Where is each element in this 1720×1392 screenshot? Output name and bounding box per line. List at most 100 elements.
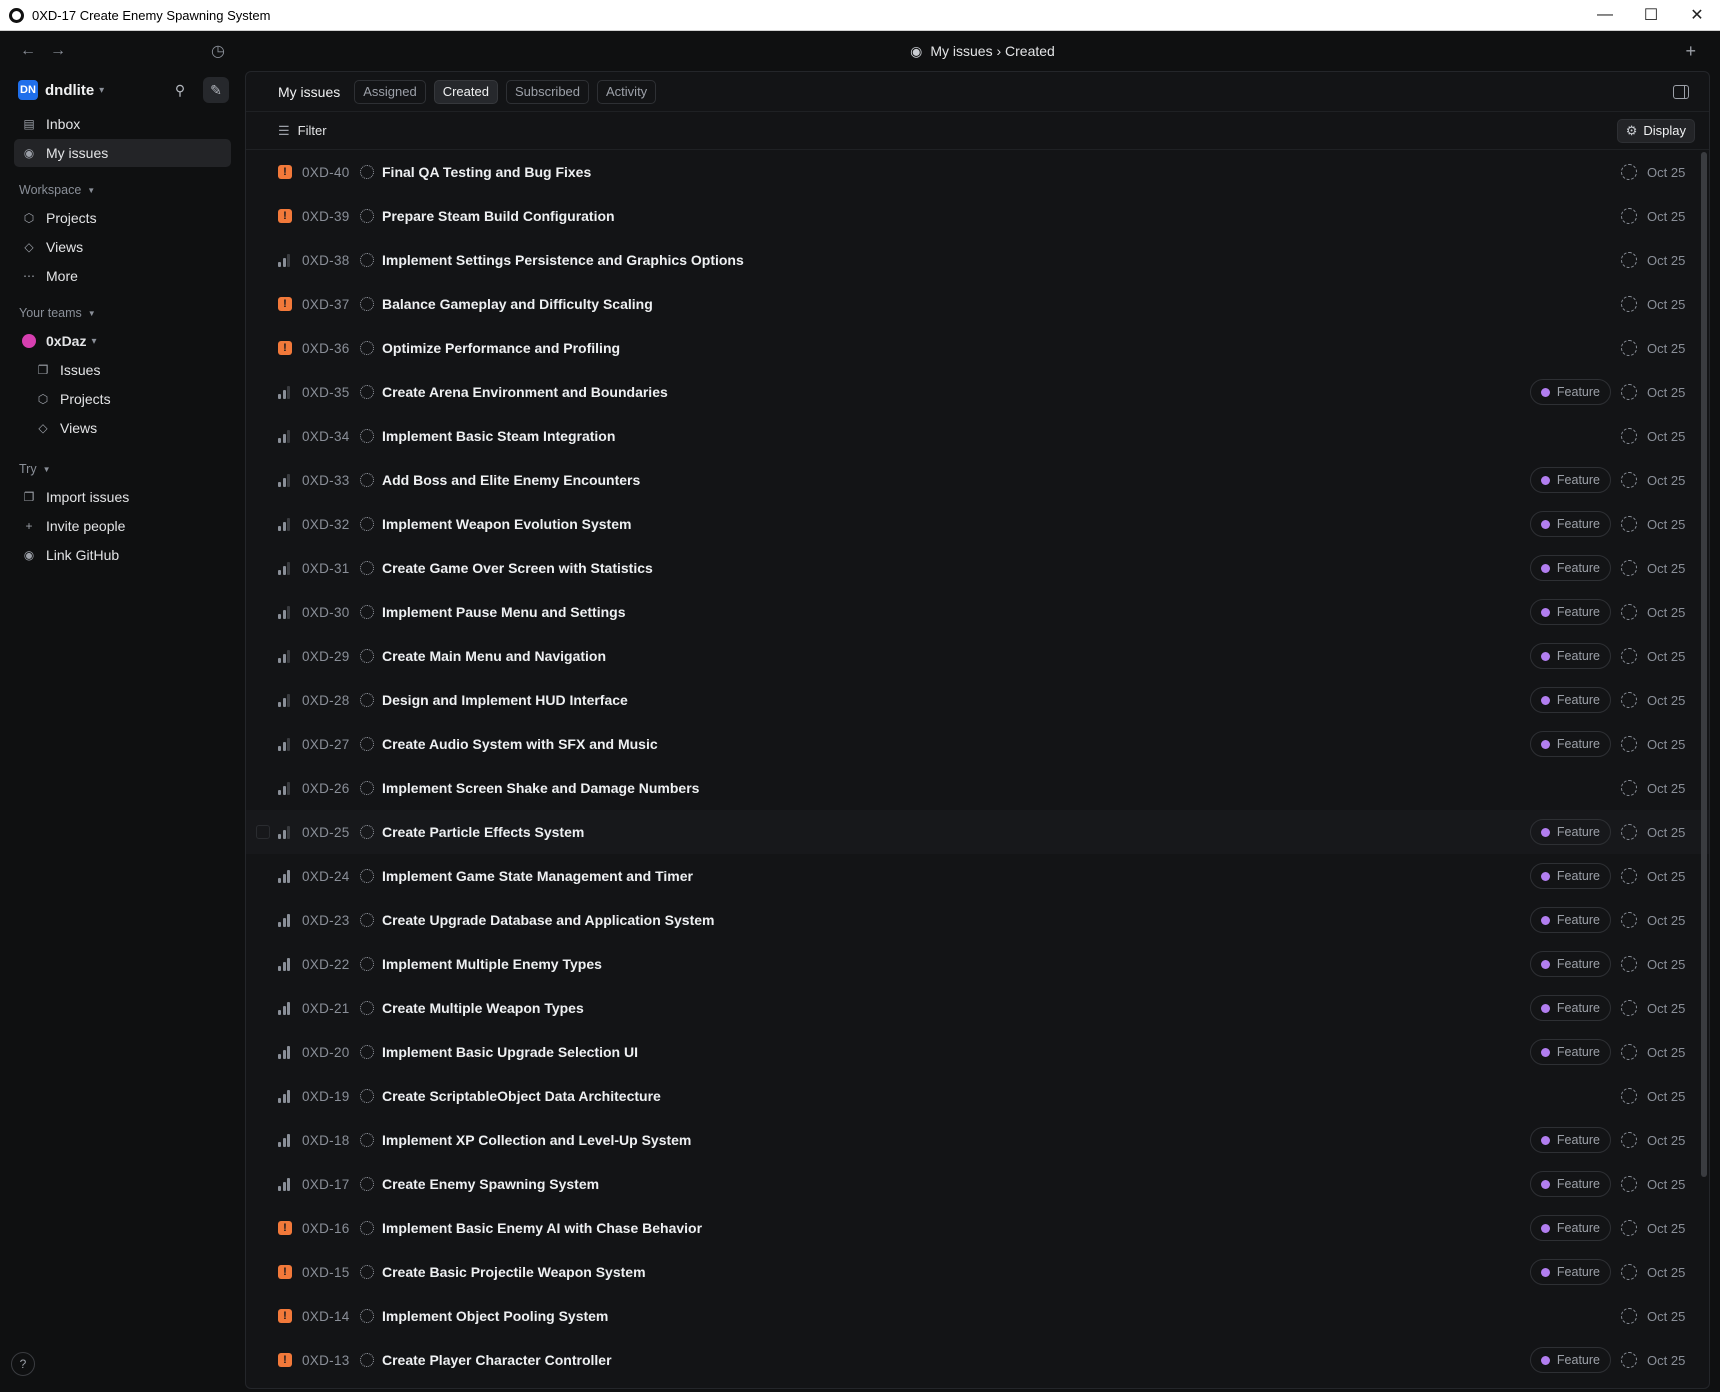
urgent-priority-icon[interactable]: ! <box>278 1265 292 1279</box>
medium-priority-icon[interactable] <box>278 517 292 531</box>
sidebar-item-team-projects[interactable]: ⬡ Projects <box>28 385 231 413</box>
status-backlog-icon[interactable] <box>360 913 374 927</box>
label-badge[interactable]: Feature <box>1529 467 1611 493</box>
unassigned-avatar-icon[interactable] <box>1621 252 1637 268</box>
issue-title[interactable]: Prepare Steam Build Configuration <box>382 208 615 224</box>
unassigned-avatar-icon[interactable] <box>1621 1000 1637 1016</box>
medium-priority-icon[interactable] <box>278 385 292 399</box>
unassigned-avatar-icon[interactable] <box>1621 208 1637 224</box>
table-row[interactable]: 0XD-24 Implement Game State Management an… <box>246 854 1709 898</box>
status-backlog-icon[interactable] <box>360 253 374 267</box>
unassigned-avatar-icon[interactable] <box>1621 560 1637 576</box>
issue-title[interactable]: Implement Game State Management and Time… <box>382 868 693 884</box>
unassigned-avatar-icon[interactable] <box>1621 340 1637 356</box>
unassigned-avatar-icon[interactable] <box>1621 1176 1637 1192</box>
table-row[interactable]: ! 0XD-15 Create Basic Projectile Weapon Sy… <box>246 1250 1709 1294</box>
status-backlog-icon[interactable] <box>360 517 374 531</box>
issue-title[interactable]: Design and Implement HUD Interface <box>382 692 628 708</box>
sidebar-item-views[interactable]: ◇ Views <box>14 233 231 261</box>
urgent-priority-icon[interactable]: ! <box>278 341 292 355</box>
high-priority-icon[interactable] <box>278 1001 292 1015</box>
unassigned-avatar-icon[interactable] <box>1621 164 1637 180</box>
high-priority-icon[interactable] <box>278 1089 292 1103</box>
high-priority-icon[interactable] <box>278 1133 292 1147</box>
sidebar-item-invite[interactable]: + Invite people <box>14 512 231 540</box>
high-priority-icon[interactable] <box>278 1177 292 1191</box>
issue-title[interactable]: Implement Weapon Evolution System <box>382 516 631 532</box>
issue-title[interactable]: Implement Basic Upgrade Selection UI <box>382 1044 638 1060</box>
status-backlog-icon[interactable] <box>360 1001 374 1015</box>
issue-title[interactable]: Create Audio System with SFX and Music <box>382 736 658 752</box>
table-row[interactable]: 0XD-34 Implement Basic Steam Integration O… <box>246 414 1709 458</box>
high-priority-icon[interactable] <box>278 957 292 971</box>
urgent-priority-icon[interactable]: ! <box>278 1309 292 1323</box>
high-priority-icon[interactable] <box>278 913 292 927</box>
unassigned-avatar-icon[interactable] <box>1621 384 1637 400</box>
table-row[interactable]: 0XD-31 Create Game Over Screen with Stati… <box>246 546 1709 590</box>
search-icon[interactable]: ⚲ <box>167 77 193 103</box>
unassigned-avatar-icon[interactable] <box>1621 1132 1637 1148</box>
issue-title[interactable]: Optimize Performance and Profiling <box>382 340 620 356</box>
status-backlog-icon[interactable] <box>360 385 374 399</box>
issue-title[interactable]: Implement Settings Persistence and Graph… <box>382 252 744 268</box>
medium-priority-icon[interactable] <box>278 561 292 575</box>
label-badge[interactable]: Feature <box>1529 379 1611 405</box>
display-button[interactable]: ⚙ Display <box>1616 118 1695 143</box>
urgent-priority-icon[interactable]: ! <box>278 165 292 179</box>
table-row[interactable]: ! 0XD-36 Optimize Performance and Profilin… <box>246 326 1709 370</box>
issue-title[interactable]: Implement Basic Enemy AI with Chase Beha… <box>382 1220 702 1236</box>
urgent-priority-icon[interactable]: ! <box>278 209 292 223</box>
table-row[interactable]: 0XD-22 Implement Multiple Enemy Types Feat… <box>246 942 1709 986</box>
unassigned-avatar-icon[interactable] <box>1621 736 1637 752</box>
compose-icon[interactable]: ✎ <box>203 77 229 103</box>
status-backlog-icon[interactable] <box>360 781 374 795</box>
table-row[interactable]: 0XD-33 Add Boss and Elite Enemy Encounter… <box>246 458 1709 502</box>
table-row[interactable]: 0XD-35 Create Arena Environment and Bound… <box>246 370 1709 414</box>
status-backlog-icon[interactable] <box>360 1177 374 1191</box>
unassigned-avatar-icon[interactable] <box>1621 692 1637 708</box>
try-section-label[interactable]: Try ▼ <box>0 456 245 482</box>
table-row[interactable]: 0XD-21 Create Multiple Weapon Types Featur… <box>246 986 1709 1030</box>
issue-title[interactable]: Implement Basic Steam Integration <box>382 428 615 444</box>
workspace-section-label[interactable]: Workspace ▼ <box>0 177 245 203</box>
table-row[interactable]: ! 0XD-13 Create Player Character Controlle… <box>246 1338 1709 1382</box>
side-panel-toggle-icon[interactable] <box>1673 84 1689 99</box>
filter-button[interactable]: Filter <box>298 123 327 138</box>
status-backlog-icon[interactable] <box>360 869 374 883</box>
status-backlog-icon[interactable] <box>360 1221 374 1235</box>
label-badge[interactable]: Feature <box>1529 643 1611 669</box>
table-row[interactable]: ! 0XD-40 Final QA Testing and Bug Fixes Oct… <box>246 150 1709 194</box>
issue-title[interactable]: Balance Gameplay and Difficulty Scaling <box>382 296 653 312</box>
unassigned-avatar-icon[interactable] <box>1621 1352 1637 1368</box>
table-row[interactable]: 0XD-38 Implement Settings Persistence and… <box>246 238 1709 282</box>
urgent-priority-icon[interactable]: ! <box>278 1221 292 1235</box>
row-checkbox[interactable] <box>256 825 270 839</box>
unassigned-avatar-icon[interactable] <box>1621 296 1637 312</box>
table-row[interactable]: 0XD-23 Create Upgrade Database and Applic… <box>246 898 1709 942</box>
unassigned-avatar-icon[interactable] <box>1621 780 1637 796</box>
issue-title[interactable]: Implement Screen Shake and Damage Number… <box>382 780 699 796</box>
medium-priority-icon[interactable] <box>278 473 292 487</box>
unassigned-avatar-icon[interactable] <box>1621 472 1637 488</box>
tab-assigned[interactable]: Assigned <box>354 79 426 104</box>
table-row[interactable]: ! 0XD-39 Prepare Steam Build Configuration… <box>246 194 1709 238</box>
history-icon[interactable]: ◷ <box>211 41 225 61</box>
issue-title[interactable]: Implement Object Pooling System <box>382 1308 608 1324</box>
label-badge[interactable]: Feature <box>1529 1171 1611 1197</box>
unassigned-avatar-icon[interactable] <box>1621 824 1637 840</box>
urgent-priority-icon[interactable]: ! <box>278 1353 292 1367</box>
unassigned-avatar-icon[interactable] <box>1621 912 1637 928</box>
status-backlog-icon[interactable] <box>360 649 374 663</box>
minimize-icon[interactable]: — <box>1582 0 1628 31</box>
medium-priority-icon[interactable] <box>278 429 292 443</box>
medium-priority-icon[interactable] <box>278 253 292 267</box>
status-backlog-icon[interactable] <box>360 341 374 355</box>
table-row[interactable]: 0XD-28 Design and Implement HUD Interface… <box>246 678 1709 722</box>
forward-arrow-icon[interactable]: → <box>50 42 66 60</box>
issue-title[interactable]: Create ScriptableObject Data Architectur… <box>382 1088 661 1104</box>
table-row[interactable]: 0XD-18 Implement XP Collection and Level-… <box>246 1118 1709 1162</box>
label-badge[interactable]: Feature <box>1529 1039 1611 1065</box>
label-badge[interactable]: Feature <box>1529 731 1611 757</box>
unassigned-avatar-icon[interactable] <box>1621 956 1637 972</box>
label-badge[interactable]: Feature <box>1529 1259 1611 1285</box>
